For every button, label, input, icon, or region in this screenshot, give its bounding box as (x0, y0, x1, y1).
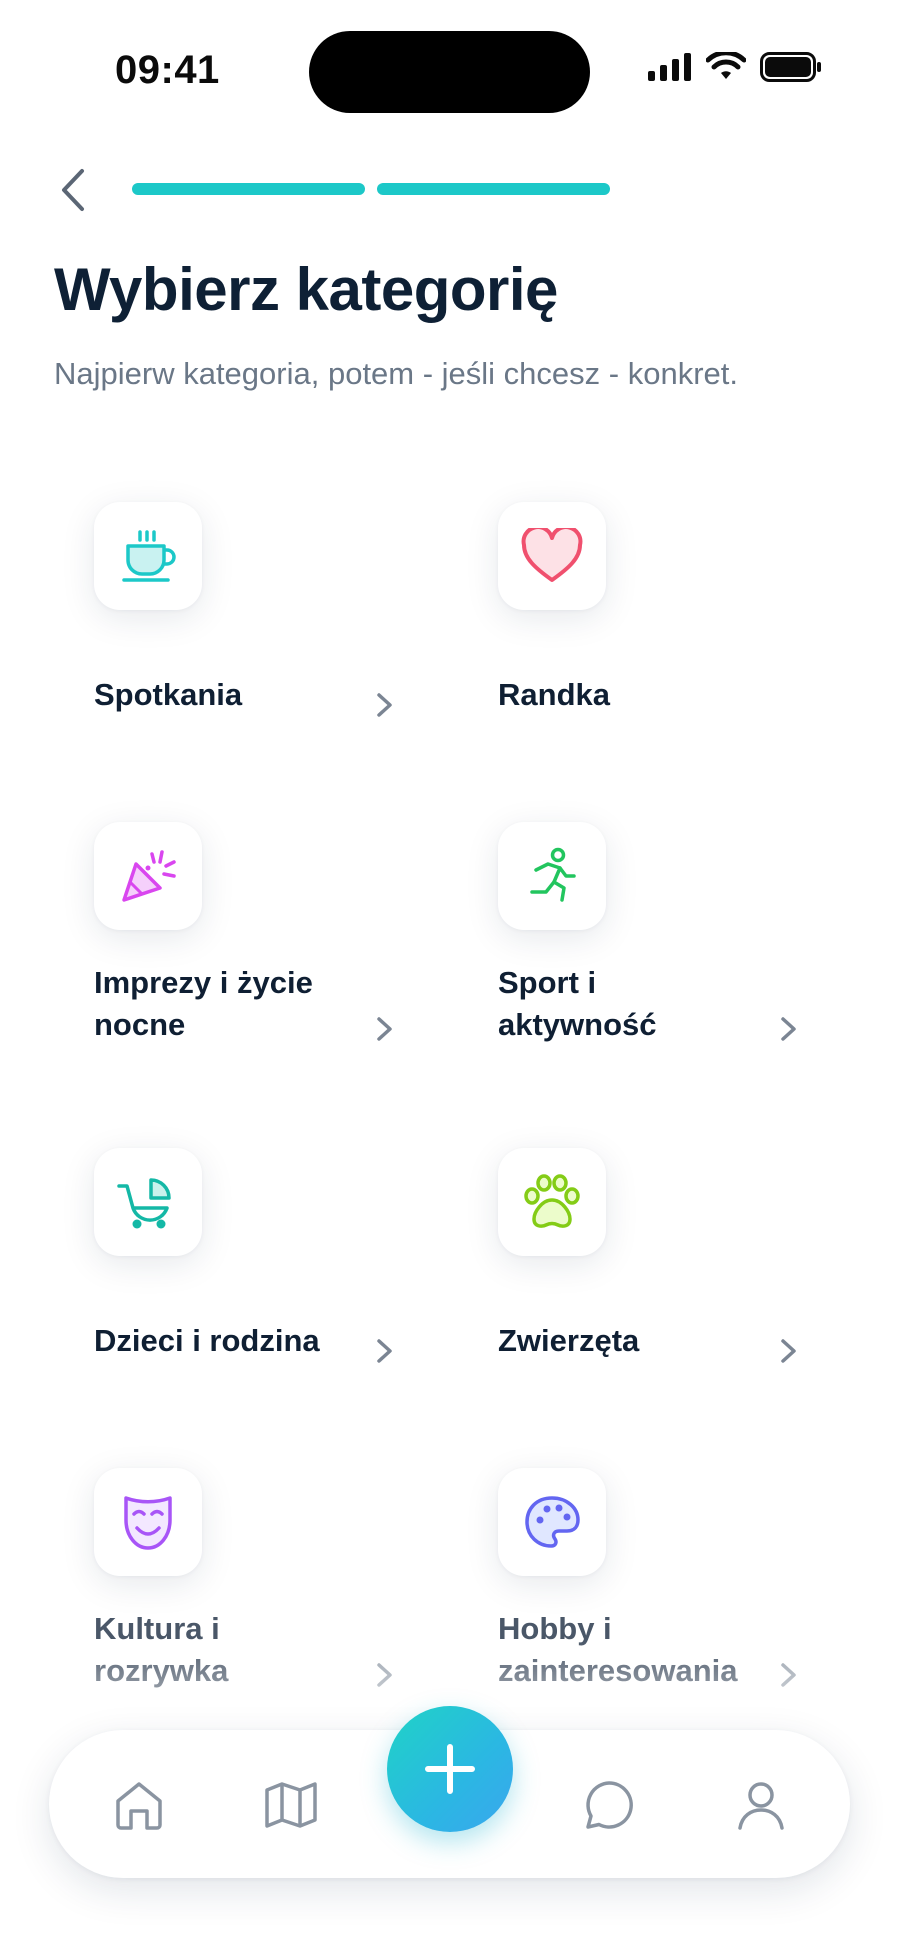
back-button[interactable] (50, 160, 96, 220)
battery-icon (760, 52, 821, 82)
category-icon-box (94, 502, 202, 610)
chat-icon (586, 1781, 633, 1829)
category-icon-box (498, 1148, 606, 1256)
tab-chat[interactable] (580, 1776, 638, 1834)
category-label: Randka (498, 677, 610, 712)
palette-icon (525, 1496, 580, 1548)
category-icon-box (94, 1148, 202, 1256)
baby-stroller-icon (117, 1178, 171, 1229)
category-card-randka[interactable]: Randka (460, 502, 790, 762)
category-card-dzieci[interactable]: Dzieci i rodzina (56, 1148, 392, 1408)
chevron-right-icon (377, 1017, 392, 1041)
page-subtitle: Najpierw kategoria, potem - jeśli chcesz… (54, 356, 738, 391)
status-icons (648, 52, 822, 82)
category-label: Zwierzęta (498, 1323, 640, 1358)
category-label: Dzieci i rodzina (94, 1323, 320, 1358)
chevron-left-icon (62, 169, 84, 211)
chevron-right-icon (781, 1017, 796, 1041)
home-icon (116, 1782, 162, 1830)
paw-icon (524, 1174, 580, 1228)
category-icon-box (498, 1468, 606, 1576)
category-card-imprezy[interactable]: Imprezy i życie nocne (56, 822, 392, 1082)
category-label: Spotkania (94, 677, 243, 712)
tab-home[interactable] (110, 1776, 168, 1834)
page-title: Wybierz kategorię (54, 256, 558, 323)
chevron-right-icon (781, 1339, 796, 1363)
category-icon-box (498, 822, 606, 930)
category-card-sport[interactable]: Sport i aktywność (460, 822, 796, 1082)
wifi-icon (706, 52, 746, 79)
tab-map[interactable] (262, 1776, 320, 1834)
coffee-cup-icon (122, 530, 176, 582)
chevron-right-icon (377, 1339, 392, 1363)
add-button[interactable] (387, 1706, 513, 1832)
running-person-icon (530, 847, 576, 902)
theater-mask-icon (124, 1496, 172, 1550)
category-icon-box (498, 502, 606, 610)
signal-icon (648, 53, 691, 81)
progress-step-1 (132, 183, 365, 195)
add-icon (425, 1744, 475, 1794)
dynamic-island (309, 31, 590, 113)
category-icon-box (94, 822, 202, 930)
party-popper-icon (122, 850, 176, 902)
map-icon (265, 1782, 317, 1828)
category-label: Sport i aktywność (498, 965, 657, 1042)
progress-step-2 (377, 183, 610, 195)
category-card-spotkania[interactable]: Spotkania (56, 502, 392, 762)
chevron-right-icon (377, 693, 392, 717)
tab-profile[interactable] (732, 1776, 790, 1834)
profile-icon (738, 1782, 784, 1830)
category-label: Imprezy i życie nocne (94, 965, 313, 1042)
heart-icon (521, 528, 583, 582)
category-icon-box (94, 1468, 202, 1576)
status-time: 09:41 (115, 48, 220, 92)
category-card-zwierzeta[interactable]: Zwierzęta (460, 1148, 796, 1408)
progress-indicator (132, 183, 610, 195)
